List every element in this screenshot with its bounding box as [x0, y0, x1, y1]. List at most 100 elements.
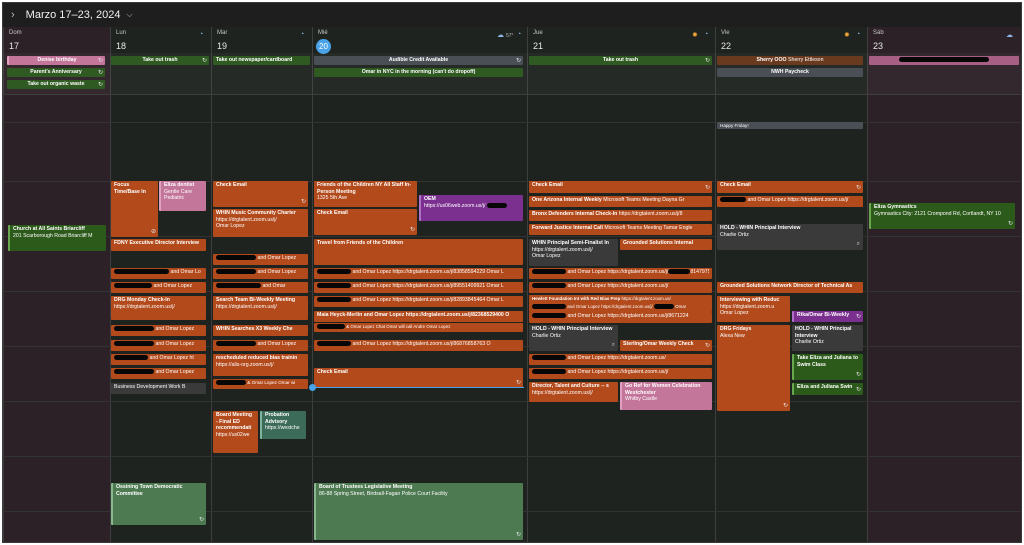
calendar-event[interactable]: and Omar Lopez https://drgtalent.zoom.us…: [314, 282, 523, 293]
calendar-event[interactable]: & Omar Lopez Chat Omar will call Andre O…: [314, 323, 523, 332]
calendar-event[interactable]: and Omar Lopez: [111, 368, 206, 379]
calendar-event[interactable]: Check Email ↻: [314, 368, 523, 388]
day-header: Sáb 23 ☁: [868, 27, 1021, 53]
day-number[interactable]: 21: [533, 41, 543, 51]
allday-event[interactable]: NWH Paycheck: [717, 68, 863, 77]
allday-event[interactable]: Audible Credit Available ↻: [314, 56, 523, 65]
calendar-event[interactable]: and Omar: [213, 282, 308, 293]
event-title: Rika/Omar Bi-Weekly: [797, 312, 850, 318]
calendar-event[interactable]: Eliza dentist Gentle Care Pediatric: [159, 181, 206, 211]
calendar-event[interactable]: HOLD - WHIN Principal Interview Charlie …: [529, 325, 618, 351]
calendar-event[interactable]: Grounded Solutions Network Director of T…: [717, 282, 863, 293]
calendar-event[interactable]: and Omar Lo: [111, 268, 206, 279]
calendar-event[interactable]: WHIN Principal Semi-Finalist In https://…: [529, 239, 618, 266]
calendar-event[interactable]: FDNY Executive Director Interview: [111, 239, 206, 251]
calendar-event[interactable]: Focus Time/Base In ⊘: [111, 181, 158, 237]
event-location: 86-88 Spring Street, Birdsall-Fagan Poli…: [319, 490, 448, 497]
day-header: Lun 18 ◔: [111, 27, 211, 53]
calendar-event[interactable]: Sterling/Omar Weekly Check ↻: [620, 340, 712, 351]
calendar-event[interactable]: Check Email ↻: [213, 181, 308, 207]
day-number[interactable]: 23: [873, 41, 883, 51]
calendar-event[interactable]: HOLD - WHIN Principal Interview Charlie …: [717, 224, 863, 250]
rain-icon: ◔: [199, 31, 204, 38]
allday-event[interactable]: Take out trash ↻: [529, 56, 712, 65]
allday-event[interactable]: Denise birthday ↻: [7, 56, 105, 65]
calendar-event[interactable]: Search Team Bi-Weekly Meeting https://dr…: [213, 296, 308, 320]
calendar-event[interactable]: OEM https://us06web.zoom.us/j/: [419, 195, 523, 221]
calendar-event[interactable]: Maia Heyck-Merlin and Omar Lopez https:/…: [314, 311, 523, 322]
calendar-event[interactable]: Board of Trustees Legislative Meeting 86…: [314, 483, 523, 540]
calendar-event[interactable]: Forward Justice Internal Call Microsoft …: [529, 224, 712, 235]
recurring-icon: ↻: [198, 516, 204, 523]
calendar-event[interactable]: and Omar Lopez: [111, 325, 206, 336]
allday-event[interactable]: Sherry OOO Sherry Ettleson: [717, 56, 863, 65]
calendar-event[interactable]: Church at All Saints Briarcliff 201 Scar…: [8, 225, 106, 251]
calendar-event[interactable]: DRG Monday Check-In https://drgtalent.zo…: [111, 296, 206, 320]
calendar-event[interactable]: Check Email ↻: [529, 181, 712, 193]
date-range-title[interactable]: Marzo 17–23, 2024: [26, 9, 121, 21]
calendar-event[interactable]: Bronx Defenders Internal Check-In https:…: [529, 210, 712, 221]
calendar-event[interactable]: Ossining Town Democratic Committee ↻: [111, 483, 206, 525]
event-title: Check Email: [720, 182, 751, 188]
allday-event[interactable]: Take out trash ↻: [111, 56, 209, 65]
event-location: https://us02we: [216, 431, 250, 438]
day-number[interactable]: 22: [721, 41, 731, 51]
day-name: Mar: [217, 30, 228, 36]
day-name: Mié: [318, 30, 328, 36]
day-name: Vie: [721, 30, 730, 36]
calendar-event[interactable]: and Omar Lopez: [213, 254, 308, 265]
calendar-event[interactable]: WHIN Searches X3 Weekly Che: [213, 325, 308, 336]
allday-event[interactable]: Happy Friday!: [717, 122, 863, 129]
calendar-event[interactable]: and Omar Lopez https://drgtalent.zoom.us…: [314, 296, 523, 307]
calendar-event[interactable]: Travel from Friends of the Children: [314, 239, 523, 265]
chevron-right-icon[interactable]: ›: [11, 9, 15, 21]
calendar-event[interactable]: Check Email ↻: [314, 209, 417, 235]
calendar-event[interactable]: and Omar Lopez https://drgtalent.zoom.us…: [529, 282, 712, 293]
calendar-event[interactable]: Grounded Solutions Internal: [620, 239, 712, 250]
allday-event[interactable]: [869, 56, 1019, 65]
calendar-event[interactable]: Eliza Gymnastics Gymnastics City: 2121 C…: [869, 203, 1015, 229]
event-title: Take out organic waste: [27, 81, 85, 87]
allday-event[interactable]: Take out newspaper/cardboard: [213, 56, 310, 65]
calendar-event[interactable]: and Omar Lopez: [111, 340, 206, 351]
calendar-event[interactable]: Business Development Work B: [111, 383, 206, 394]
event-title: Go Ref for Women Celebration Westchester: [625, 383, 701, 396]
calendar-event[interactable]: Take Eliza and Juliana to Swim Class ↻: [792, 354, 863, 380]
calendar-event[interactable]: and Omar Lopez https://drgtalent.zoom.us…: [529, 268, 712, 279]
calendar-event[interactable]: and Omar Lopez https://drgtalent.zoom.us…: [529, 312, 712, 323]
calendar-event[interactable]: & Omar Lopez Omar wi: [213, 379, 308, 389]
allday-event[interactable]: Omar in NYC in the morning (can't do dro…: [314, 68, 523, 77]
calendar-event[interactable]: and Omar Lopez https://drgtalent.zoom.us…: [314, 340, 523, 351]
calendar-event[interactable]: Friends of the Children NY All Staff In-…: [314, 181, 417, 207]
allday-event[interactable]: Take out organic waste ↻: [7, 80, 105, 89]
chevron-down-icon[interactable]: ⌵: [126, 10, 132, 20]
today-indicator[interactable]: 20: [316, 39, 331, 54]
calendar-event[interactable]: Rika/Omar Bi-Weekly ↻: [792, 311, 863, 322]
calendar-event[interactable]: and Omar Lopez: [213, 268, 308, 279]
calendar-event[interactable]: Eliza and Juliana Swin ↻: [792, 383, 863, 395]
calendar-event[interactable]: DRG Fridays Alexa New ↻: [717, 325, 790, 411]
calendar-event[interactable]: Director, Talent and Culture -- s https:…: [529, 382, 618, 402]
event-title: WHIN Searches X3 Weekly Che: [216, 326, 293, 332]
calendar-event[interactable]: rescheduled reduced bias trainin https:/…: [213, 354, 308, 376]
calendar-event[interactable]: and Omar Lopez https://drgtalent.zoom.us…: [529, 354, 712, 365]
calendar-event[interactable]: WHIN Music Community Charter https://drg…: [213, 209, 308, 237]
calendar-event[interactable]: One Arizona Internal Weekly Microsoft Te…: [529, 196, 712, 207]
calendar-event[interactable]: Go Ref for Women Celebration Westchester…: [620, 382, 712, 410]
calendar-event[interactable]: Board Meeting - Final ED recommendati ht…: [213, 411, 258, 453]
calendar-event[interactable]: Probation Advisory https://westche: [260, 411, 306, 439]
day-number[interactable]: 18: [116, 41, 126, 51]
day-number[interactable]: 19: [217, 41, 227, 51]
calendar-event[interactable]: and Omar Lopez ht: [111, 354, 206, 365]
calendar-event[interactable]: HOLD - WHIN Principal Interview Charlie …: [792, 325, 863, 351]
calendar-event[interactable]: and Omar Lopez https://drgtalent.zoom.us…: [717, 196, 863, 207]
allday-event[interactable]: Parent's Anniversary ↻: [7, 68, 105, 77]
day-number[interactable]: 17: [9, 41, 19, 51]
calendar-event[interactable]: Interviewing with Reduc https://drgtalen…: [717, 296, 790, 322]
calendar-event[interactable]: and Omar Lopez https://drgtalent.zoom.us…: [314, 268, 523, 279]
calendar-event[interactable]: and Omar Lopez: [213, 340, 308, 351]
calendar-event[interactable]: Check Email ↻: [717, 181, 863, 193]
calendar-event[interactable]: and Omar Lopez https://drgtalent.zoom.us…: [529, 303, 712, 312]
calendar-event[interactable]: and Omar Lopez: [111, 282, 206, 293]
calendar-event[interactable]: and Omar Lopez https://drgtalent.zoom.us…: [529, 368, 712, 379]
